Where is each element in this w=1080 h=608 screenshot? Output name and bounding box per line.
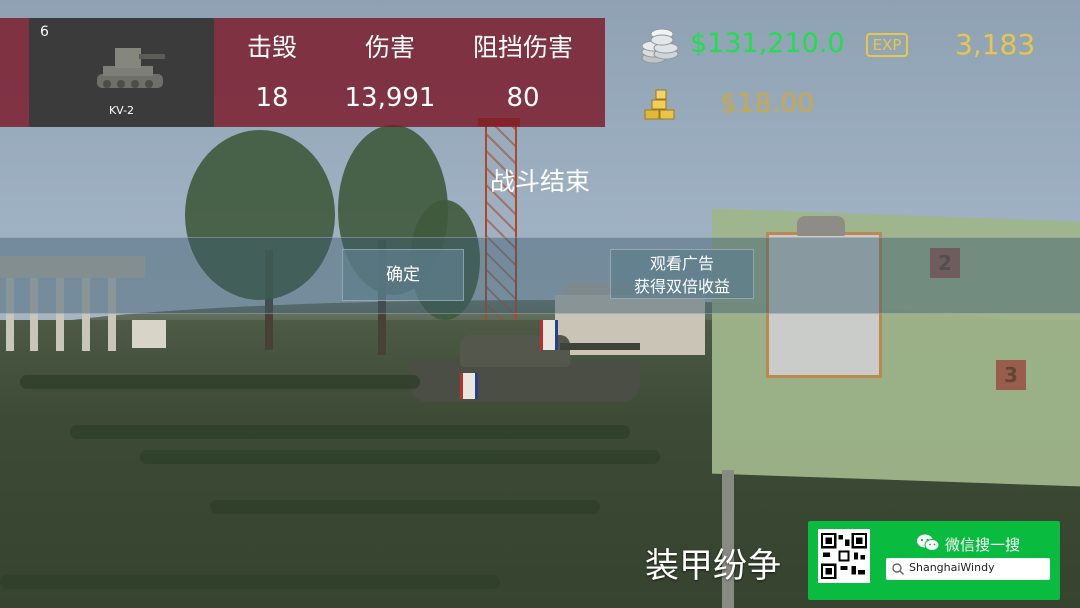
player-tank [410, 320, 640, 415]
stat-damage-label: 伤害 [364, 33, 415, 62]
tank-stripe [460, 373, 478, 399]
wechat-search-label: 微信搜一搜 [945, 536, 1021, 554]
confirm-button[interactable]: 确定 [342, 249, 464, 301]
exp-badge: EXP [866, 33, 908, 57]
field-sign [132, 320, 166, 348]
silver-coins-icon [641, 28, 679, 64]
wechat-search-value: ShanghaiWindy [909, 561, 995, 574]
tank-stripe [540, 320, 558, 350]
wechat-icon [917, 534, 940, 551]
exp-value: 3,183 [955, 28, 1036, 61]
tank-gun [560, 343, 640, 350]
double-reward-label: 获得双倍收益 [633, 277, 730, 296]
map-marker-number: 3 [996, 360, 1026, 390]
tank-tier: 6 [40, 24, 49, 40]
gold-bars-icon [644, 89, 675, 120]
money-balance: $131,210.0 [690, 28, 845, 59]
tank-card: 6 KV-2 [29, 18, 214, 127]
stat-blocked-label: 阻挡伤害 [472, 33, 573, 62]
clipboard-clip [797, 216, 845, 236]
wechat-search-field[interactable]: ShanghaiWindy [886, 558, 1050, 580]
action-band [0, 237, 1080, 314]
gold-balance: $18.00 [720, 88, 815, 119]
tank-name: KV-2 [108, 104, 135, 117]
qr-code [818, 529, 870, 583]
battle-over-title: 战斗结束 [489, 167, 590, 196]
kv2-tank-icon [97, 48, 165, 88]
qr-code-graphic [821, 533, 867, 579]
watch-ad-label: 观看广告 [649, 254, 714, 273]
bush-row [210, 500, 600, 514]
game-title: 装甲纷争 [645, 546, 781, 586]
bush-row [140, 450, 660, 464]
stat-blocked-value: 80 [506, 83, 540, 113]
bush-row [70, 425, 630, 439]
bush-row [20, 375, 420, 389]
bush-row [0, 575, 500, 589]
stat-damage-value: 13,991 [344, 83, 436, 113]
watch-ad-double-reward-button[interactable]: 观看广告 获得双倍收益 [610, 249, 754, 299]
wechat-search-banner[interactable]: 微信搜一搜 ShanghaiWindy [808, 521, 1060, 600]
search-icon [892, 563, 904, 575]
